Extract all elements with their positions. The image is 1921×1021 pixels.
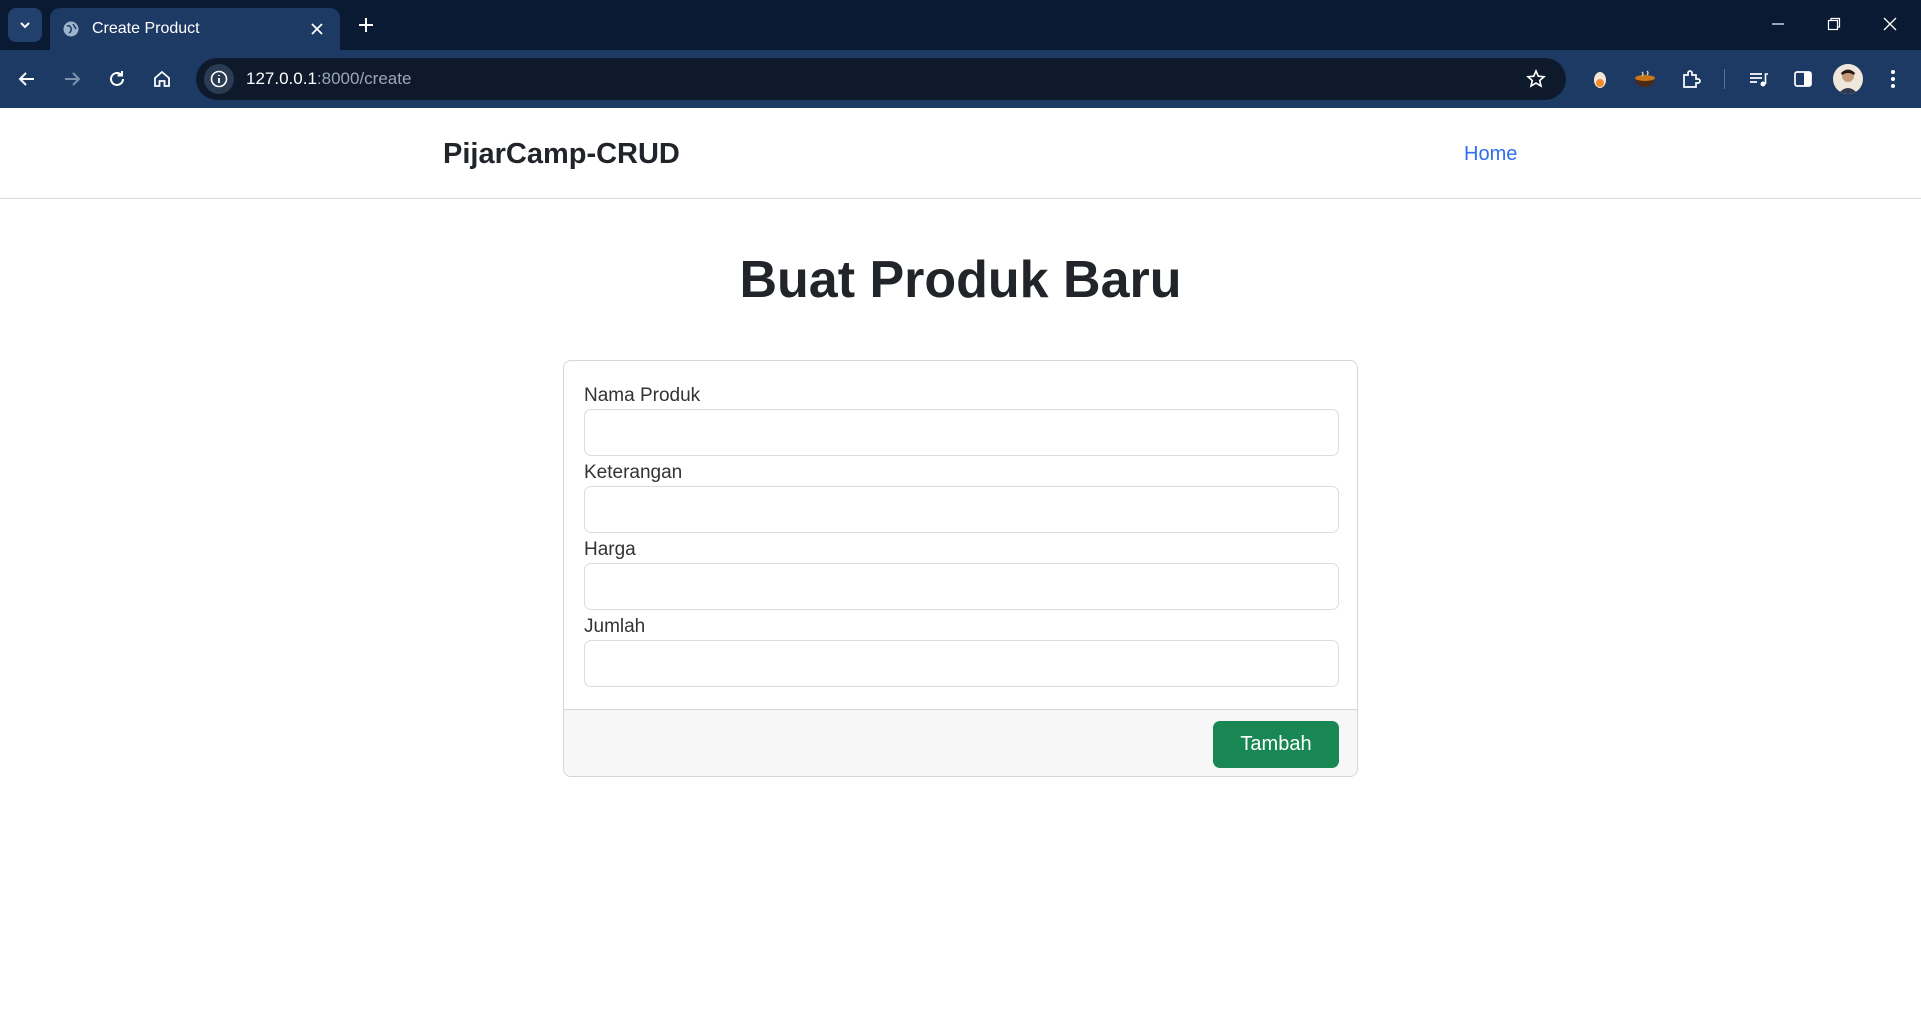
kebab-menu-icon[interactable]: [1878, 64, 1908, 94]
reload-button[interactable]: [99, 61, 135, 97]
toolbar-divider: [1724, 69, 1725, 89]
url-path: :8000/create: [316, 69, 412, 88]
close-window-button[interactable]: [1862, 0, 1918, 48]
address-bar[interactable]: 127.0.0.1:8000/create: [196, 58, 1566, 100]
restore-button[interactable]: [1806, 0, 1862, 48]
harga-label: Harga: [584, 539, 636, 560]
form-footer: Tambah: [564, 709, 1357, 776]
page-title: Buat Produk Baru: [739, 251, 1182, 309]
plus-icon: [359, 18, 373, 32]
tab-title: Create Product: [92, 20, 200, 37]
extensions-puzzle-icon[interactable]: [1676, 64, 1706, 94]
media-control-icon[interactable]: [1743, 64, 1773, 94]
back-button[interactable]: [9, 61, 45, 97]
forward-button[interactable]: [54, 61, 90, 97]
url-host: 127.0.0.1: [246, 69, 317, 88]
active-tab[interactable]: Create Product: [50, 8, 340, 50]
globe-icon: [62, 20, 80, 38]
nama-produk-input[interactable]: [584, 409, 1339, 456]
tambah-submit-button[interactable]: Tambah: [1213, 721, 1339, 768]
keterangan-input[interactable]: [584, 486, 1339, 533]
bookmark-star-icon[interactable]: [1518, 61, 1554, 97]
jumlah-input[interactable]: [584, 640, 1339, 687]
tab-search-button[interactable]: [8, 8, 42, 42]
home-button[interactable]: [144, 61, 180, 97]
side-panel-icon[interactable]: [1788, 64, 1818, 94]
keterangan-label: Keterangan: [584, 462, 683, 483]
jumlah-label: Jumlah: [584, 616, 646, 637]
chevron-down-icon: [20, 22, 30, 29]
form-body: Nama Produk Keterangan Harga Jumlah: [584, 385, 1339, 693]
harga-input[interactable]: [584, 563, 1339, 610]
minimize-icon: [1772, 23, 1784, 25]
nav-home-link[interactable]: Home: [1464, 143, 1517, 166]
nama-produk-label: Nama Produk: [584, 385, 701, 406]
arrow-left-icon: [18, 72, 34, 86]
restore-icon: [1827, 17, 1841, 31]
home-icon: [154, 70, 170, 87]
reload-icon: [110, 71, 124, 86]
minimize-button[interactable]: [1750, 0, 1806, 48]
site-navbar: PijarCamp-CRUD Home: [0, 108, 1921, 199]
new-tab-button[interactable]: [352, 11, 380, 39]
close-icon: [1883, 17, 1897, 31]
browser-tab-strip: Create Product: [0, 0, 1921, 50]
create-product-card: Nama Produk Keterangan Harga Jumlah Tamb…: [563, 360, 1358, 777]
arrow-right-icon: [65, 72, 81, 86]
close-tab-icon[interactable]: [306, 18, 328, 40]
site-info-icon[interactable]: [204, 64, 234, 94]
url-text[interactable]: 127.0.0.1:8000/create: [246, 69, 1518, 89]
extension-bowl-icon[interactable]: [1630, 64, 1660, 94]
profile-avatar[interactable]: [1833, 64, 1863, 94]
browser-toolbar: 127.0.0.1:8000/create: [0, 50, 1921, 108]
site-brand[interactable]: PijarCamp-CRUD: [443, 138, 680, 171]
extension-egg-icon[interactable]: [1585, 64, 1615, 94]
